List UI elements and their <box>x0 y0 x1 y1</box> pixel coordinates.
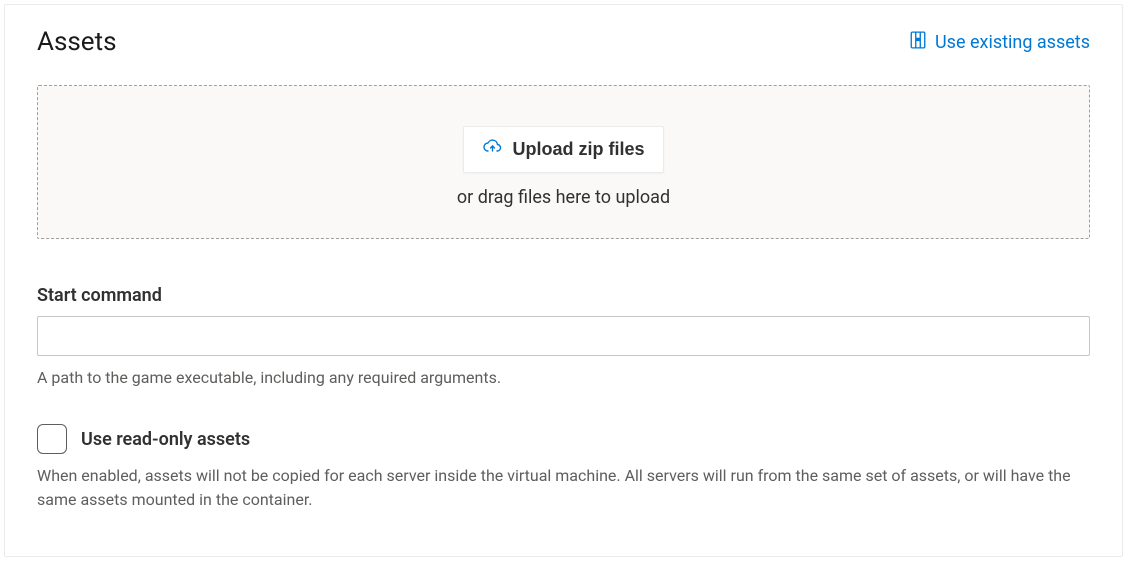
assets-header-row: Assets Use existing assets <box>37 27 1090 57</box>
drag-hint-text: or drag files here to upload <box>457 187 670 208</box>
use-existing-assets-link[interactable]: Use existing assets <box>909 31 1090 54</box>
upload-dropzone[interactable]: Upload zip files or drag files here to u… <box>37 85 1090 239</box>
readonly-assets-helper: When enabled, assets will not be copied … <box>37 464 1090 512</box>
start-command-helper: A path to the game executable, including… <box>37 366 1090 390</box>
start-command-field: Start command A path to the game executa… <box>37 285 1090 390</box>
start-command-input[interactable] <box>37 316 1090 356</box>
readonly-assets-checkbox-row: Use read-only assets <box>37 424 1090 454</box>
readonly-assets-label[interactable]: Use read-only assets <box>81 429 250 450</box>
zip-archive-icon <box>909 31 927 54</box>
use-existing-assets-label: Use existing assets <box>935 32 1090 53</box>
cloud-upload-icon <box>482 137 502 162</box>
readonly-assets-checkbox[interactable] <box>37 424 67 454</box>
upload-zip-button[interactable]: Upload zip files <box>463 126 663 173</box>
assets-title: Assets <box>37 27 117 57</box>
upload-zip-button-label: Upload zip files <box>512 139 644 160</box>
readonly-assets-field: Use read-only assets When enabled, asset… <box>37 424 1090 512</box>
start-command-label: Start command <box>37 285 1090 306</box>
assets-panel: Assets Use existing assets <box>4 4 1123 557</box>
